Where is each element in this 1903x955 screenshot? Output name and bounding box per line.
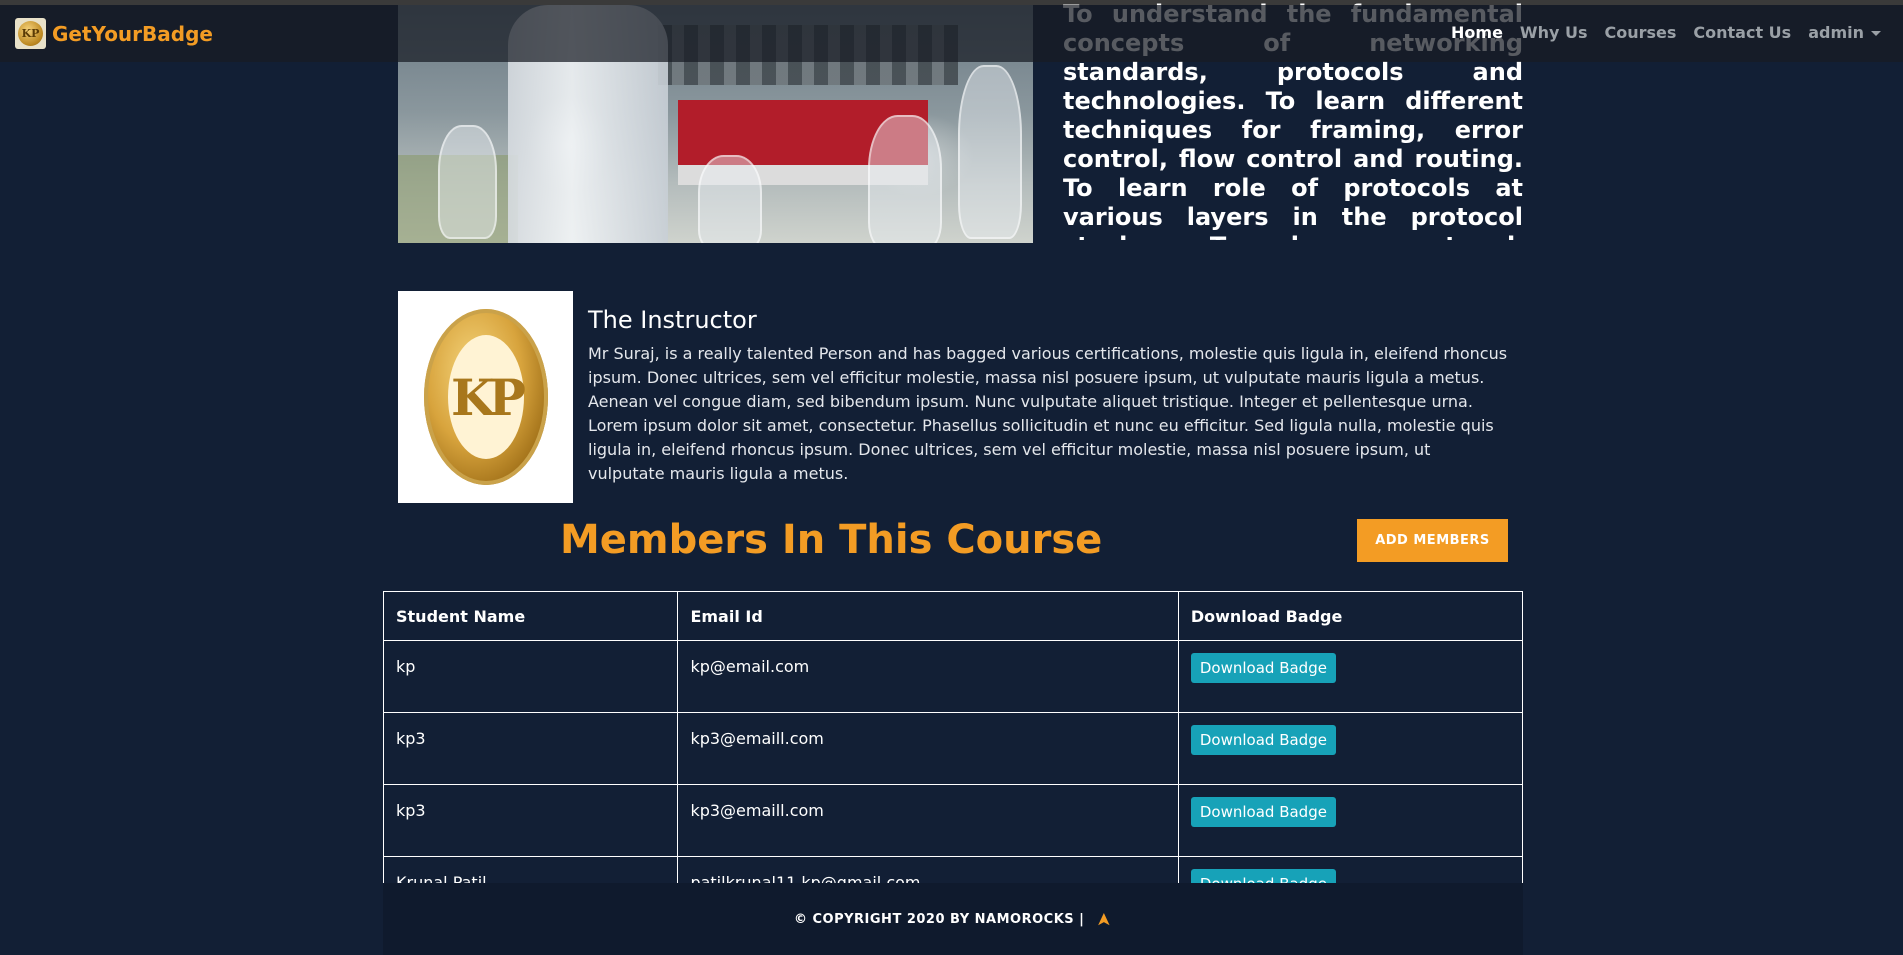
navbar: KP GetYourBadge Home Why Us Courses Cont… [0, 5, 1903, 62]
nav-contact-us[interactable]: Contact Us [1693, 23, 1791, 42]
email-cell: kp@email.com [677, 640, 1179, 713]
copyright-text: © COPYRIGHT 2020 BY NAMOROCKS | [793, 911, 1085, 927]
student-name-cell: kp3 [382, 784, 679, 857]
kp-medal-logo: KP [423, 309, 548, 485]
nav-why-us[interactable]: Why Us [1520, 23, 1588, 42]
footer: © COPYRIGHT 2020 BY NAMOROCKS | ➤ [383, 883, 1523, 955]
add-members-button[interactable]: ADD MEMBERS [1357, 519, 1508, 562]
brand-logo-icon: KP [15, 18, 46, 49]
members-table: Student Name Email Id Download Badge kp … [382, 591, 1524, 929]
student-name-cell: kp [382, 640, 679, 713]
email-cell: kp3@emaill.com [677, 712, 1179, 785]
brand-link[interactable]: KP GetYourBadge [15, 18, 213, 49]
email-cell: kp3@emaill.com [677, 784, 1179, 857]
scroll-to-top-icon[interactable]: ➤ [1094, 911, 1115, 927]
nav-admin-dropdown[interactable]: admin [1808, 23, 1881, 42]
download-badge-button[interactable]: Download Badge [1190, 725, 1336, 755]
instructor-bio: Mr Suraj, is a really talented Person an… [588, 344, 1508, 483]
brand-name: GetYourBadge [52, 21, 213, 46]
download-badge-button[interactable]: Download Badge [1190, 797, 1336, 827]
column-header-download-badge: Download Badge [1177, 591, 1524, 641]
instructor-photo: KP [398, 291, 573, 503]
student-name-cell: kp3 [382, 712, 679, 785]
table-header-row: Student Name Email Id Download Badge [382, 591, 1524, 641]
members-heading: Members In This Course [560, 517, 1103, 563]
chevron-down-icon [1871, 31, 1881, 36]
nav-admin-label: admin [1808, 23, 1864, 42]
nav-links: Home Why Us Courses Contact Us admin [1451, 23, 1881, 42]
instructor-title: The Instructor [588, 306, 757, 334]
column-header-student-name: Student Name [382, 591, 679, 641]
nav-home[interactable]: Home [1451, 23, 1503, 42]
table-row: kp3 kp3@emaill.com Download Badge [382, 784, 1524, 857]
table-row: kp kp@email.com Download Badge [382, 640, 1524, 713]
nav-courses[interactable]: Courses [1604, 23, 1676, 42]
table-row: kp3 kp3@emaill.com Download Badge [382, 712, 1524, 785]
download-badge-button[interactable]: Download Badge [1190, 653, 1336, 683]
column-header-email: Email Id [677, 591, 1179, 641]
